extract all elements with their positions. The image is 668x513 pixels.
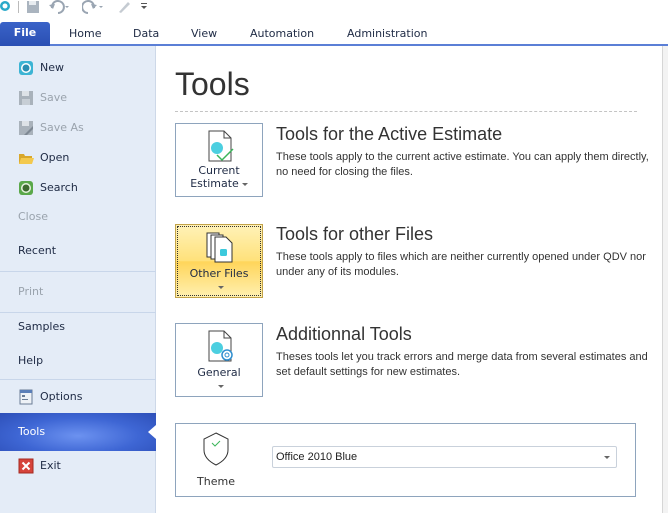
nav-item-help[interactable]: Help bbox=[0, 346, 156, 376]
nav-item-label: Search bbox=[40, 181, 78, 194]
edit-icon[interactable] bbox=[117, 0, 131, 14]
button-label: Other Files bbox=[176, 267, 262, 293]
quick-access-toolbar bbox=[0, 0, 668, 20]
nav-item-label: Save bbox=[40, 91, 68, 104]
save-icon[interactable] bbox=[26, 0, 40, 14]
nav-item-label: Exit bbox=[40, 459, 61, 472]
app-logo-icon bbox=[0, 1, 10, 11]
section-title: Additionnal Tools bbox=[276, 324, 412, 344]
nav-item-search[interactable]: Search bbox=[0, 173, 156, 203]
search-icon bbox=[19, 181, 33, 195]
theme-select[interactable]: Office 2010 Blue bbox=[272, 446, 617, 468]
nav-item-label: Recent bbox=[18, 244, 57, 257]
section-description: These tools apply to files which are nei… bbox=[276, 251, 646, 278]
save-as-icon bbox=[19, 121, 33, 135]
current-estimate-button[interactable]: Current Estimate bbox=[175, 123, 263, 197]
page-title: Tools bbox=[175, 66, 250, 102]
nav-item-label: Print bbox=[18, 285, 44, 298]
nav-item-tools[interactable]: Tools bbox=[0, 413, 156, 451]
section-description: Theses tools let you track errors and me… bbox=[276, 351, 648, 378]
button-label: Current Estimate bbox=[176, 164, 262, 190]
customize-toolbar-icon[interactable] bbox=[139, 0, 149, 14]
theme-label: Theme bbox=[197, 475, 235, 488]
other-files-button[interactable]: Other Files bbox=[175, 224, 263, 298]
nav-item-samples[interactable]: Samples bbox=[0, 312, 156, 342]
nav-item-recent[interactable]: Recent bbox=[0, 236, 156, 266]
undo-icon[interactable] bbox=[48, 0, 70, 14]
theme-panel: Theme Office 2010 Blue bbox=[175, 423, 636, 497]
open-folder-icon bbox=[19, 154, 34, 164]
general-button[interactable]: General bbox=[175, 323, 263, 397]
section-title: Tools for other Files bbox=[276, 224, 434, 244]
tab-administration[interactable]: Administration bbox=[347, 24, 428, 46]
tab-data[interactable]: Data bbox=[133, 24, 159, 46]
nav-item-open[interactable]: Open bbox=[0, 143, 156, 173]
nav-item-label: Options bbox=[40, 390, 83, 403]
backstage-window: File Home Data View Automation Administr… bbox=[0, 0, 668, 513]
qat-separator bbox=[18, 1, 19, 13]
nav-item-label: Save As bbox=[40, 121, 84, 134]
button-label-line1: General bbox=[197, 366, 241, 379]
nav-item-save[interactable]: Save bbox=[0, 83, 156, 113]
nav-item-label: Samples bbox=[18, 320, 65, 333]
tools-page: Tools Current Estimate Tools for the Act… bbox=[157, 46, 662, 513]
tab-file[interactable]: File bbox=[0, 22, 50, 46]
nav-item-label: Close bbox=[18, 210, 48, 223]
nav-item-close[interactable]: Close bbox=[0, 202, 156, 232]
tab-automation[interactable]: Automation bbox=[250, 24, 314, 46]
ribbon-tabs: File Home Data View Automation Administr… bbox=[0, 20, 668, 46]
new-estimate-icon bbox=[19, 61, 33, 75]
chevron-down-icon bbox=[604, 456, 610, 459]
nav-item-exit[interactable]: Exit bbox=[0, 451, 156, 481]
document-settings-icon bbox=[208, 330, 233, 362]
nav-item-label: Tools bbox=[18, 425, 46, 438]
main-scrollbar[interactable] bbox=[662, 46, 668, 513]
button-label-line2: Estimate bbox=[190, 177, 239, 190]
dropdown-caret-icon bbox=[217, 384, 224, 388]
exit-icon bbox=[18, 458, 34, 474]
options-icon bbox=[19, 389, 33, 405]
theme-select-value: Office 2010 Blue bbox=[276, 451, 358, 463]
backstage-nav: New Save Save As Open Search Close Recen… bbox=[0, 46, 156, 513]
multiple-documents-icon bbox=[206, 232, 233, 263]
nav-item-label: Open bbox=[40, 151, 70, 164]
tab-home[interactable]: Home bbox=[69, 24, 101, 46]
nav-item-print[interactable]: Print bbox=[0, 277, 156, 307]
nav-item-label: Help bbox=[18, 354, 44, 367]
button-label-line1: Current bbox=[198, 164, 240, 177]
section-title: Tools for the Active Estimate bbox=[276, 124, 503, 144]
nav-item-save-as[interactable]: Save As bbox=[0, 113, 156, 143]
section-description: These tools apply to the current active … bbox=[276, 151, 649, 178]
redo-icon[interactable] bbox=[82, 0, 104, 14]
save-icon bbox=[19, 91, 33, 105]
nav-item-options[interactable]: Options bbox=[0, 382, 156, 412]
nav-item-label: New bbox=[40, 61, 64, 74]
document-check-icon bbox=[208, 130, 234, 162]
dropdown-caret-icon bbox=[217, 285, 224, 289]
button-label: General bbox=[176, 366, 262, 392]
button-label-line1: Other Files bbox=[189, 267, 249, 280]
nav-separator bbox=[0, 379, 156, 380]
nav-item-new[interactable]: New bbox=[0, 53, 156, 83]
shield-check-icon bbox=[203, 432, 229, 466]
title-separator bbox=[175, 111, 637, 112]
tab-view[interactable]: View bbox=[191, 24, 217, 46]
selected-indicator-arrow bbox=[148, 425, 156, 439]
dropdown-caret-icon bbox=[241, 182, 248, 186]
nav-separator bbox=[0, 271, 156, 272]
